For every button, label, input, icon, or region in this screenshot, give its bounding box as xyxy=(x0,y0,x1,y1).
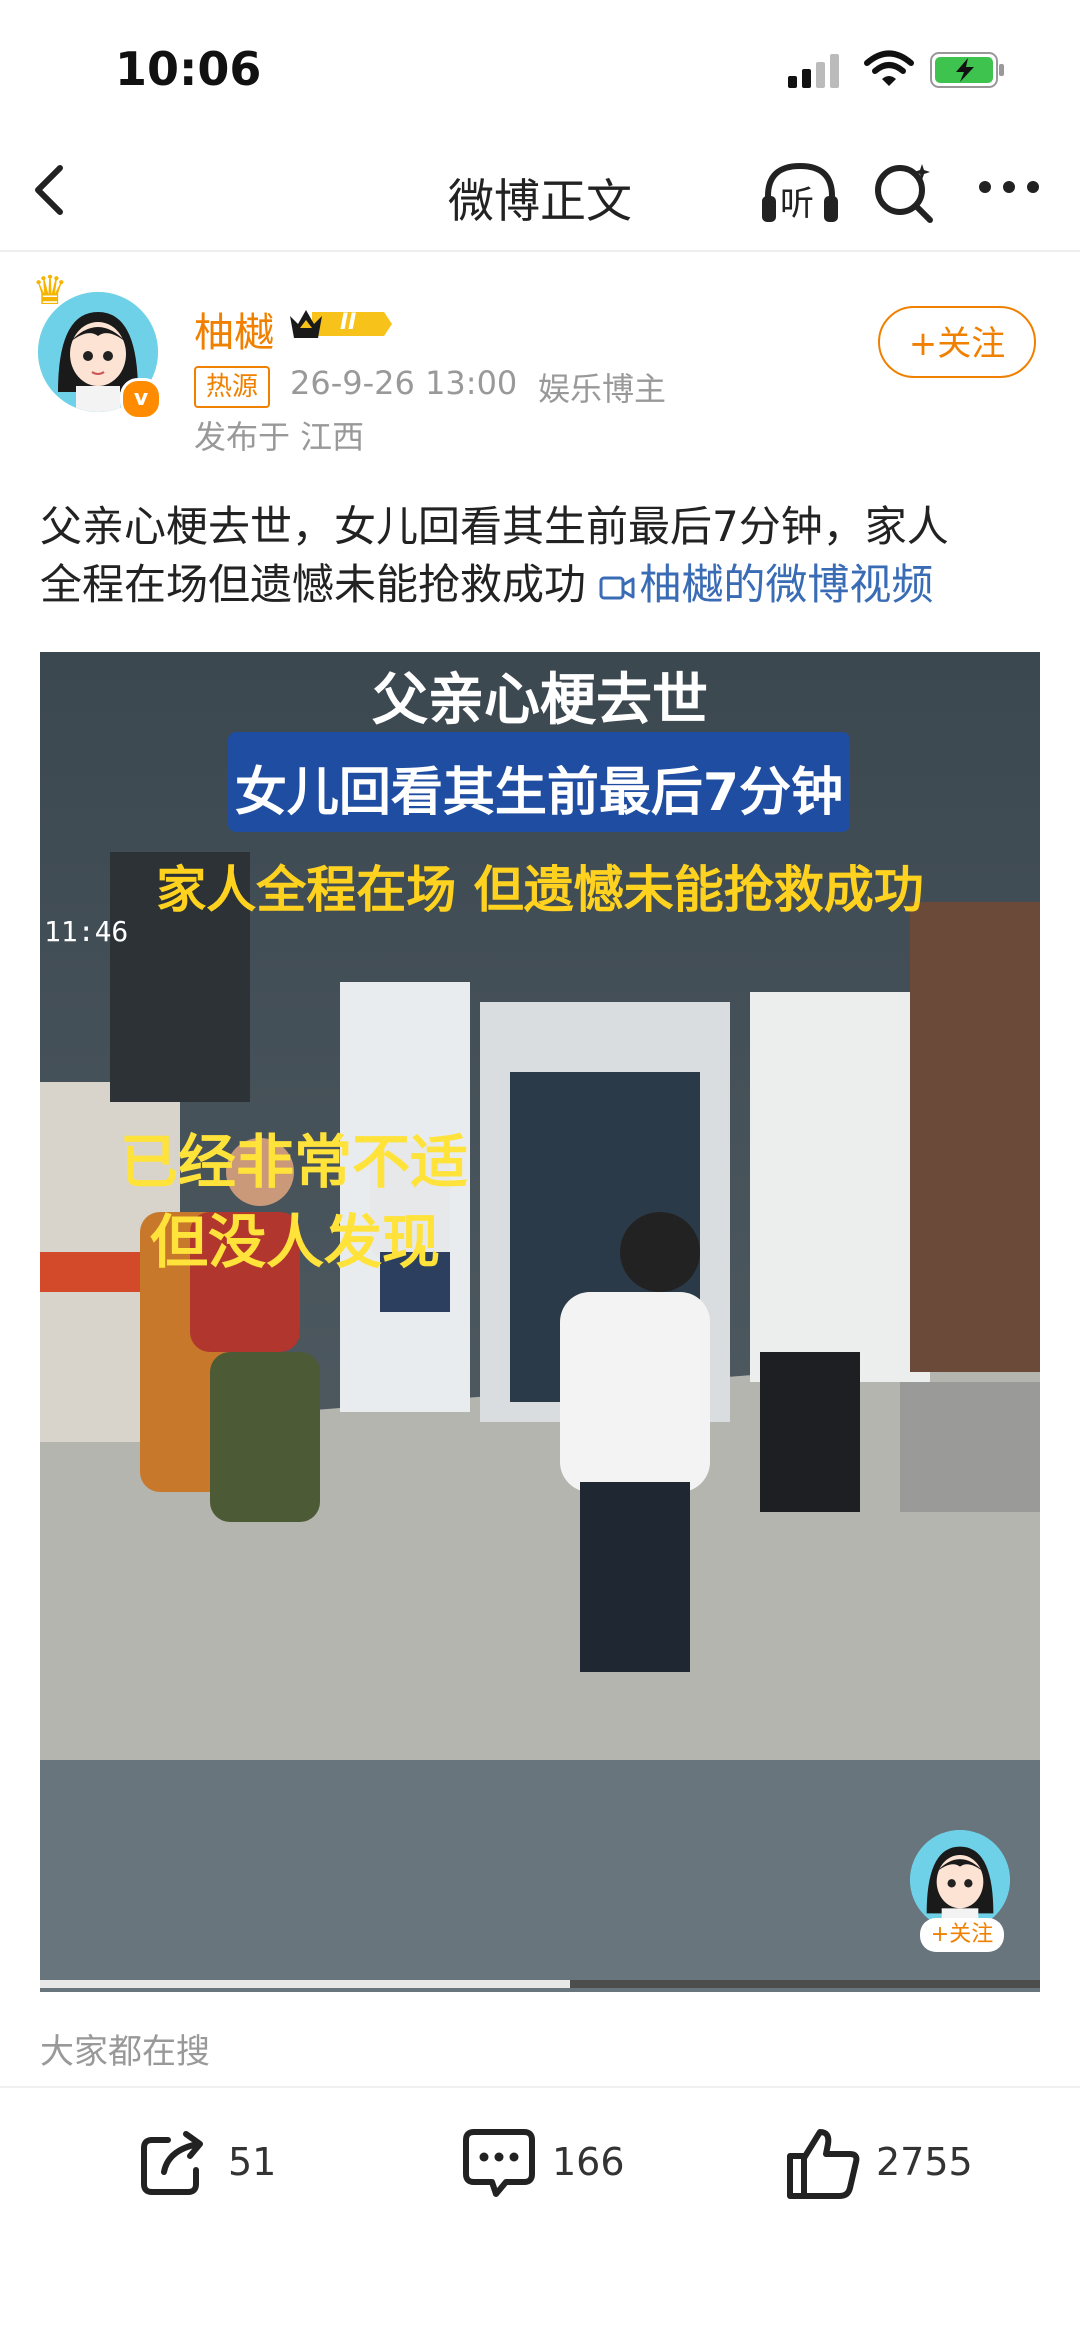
crown-icon: ♛ xyxy=(32,268,68,314)
follow-button[interactable]: +关注 xyxy=(878,306,1036,378)
repost-icon[interactable] xyxy=(138,2126,210,2198)
post-text-line2: 全程在场但遗憾未能抢救成功 柚樾的微博视频 xyxy=(40,548,1050,622)
post-time: 26-9-26 13:00 xyxy=(290,364,518,402)
video-link-label: 柚樾的微博视频 xyxy=(639,560,934,609)
video-caption-yellow: 家人全程在场 但遗憾未能抢救成功 xyxy=(156,861,924,919)
comment-count[interactable]: 166 xyxy=(552,2140,625,2184)
post-location: 发布于 江西 xyxy=(194,418,365,456)
video-caption-left-1: 已经非常不适 xyxy=(120,1128,469,1196)
comment-icon[interactable] xyxy=(462,2126,536,2200)
status-time: 10:06 xyxy=(115,42,262,96)
video-follow-button[interactable]: +关注 xyxy=(920,1918,1004,1952)
video-progress-fill xyxy=(40,1980,570,1988)
video-caption-left-2: 但没人发现 xyxy=(150,1208,441,1276)
post-text-line2-content: 全程在场但遗憾未能抢救成功 xyxy=(40,560,600,609)
listen-label: 听 xyxy=(780,184,814,224)
repost-count[interactable]: 51 xyxy=(228,2140,276,2184)
verified-badge: v xyxy=(120,378,162,420)
author-name[interactable]: 柚樾 xyxy=(194,300,274,358)
nav-divider xyxy=(0,250,1080,252)
level-label: II xyxy=(340,310,357,335)
trending-search-label[interactable]: 大家都在搜 xyxy=(40,2024,210,2073)
like-count[interactable]: 2755 xyxy=(876,2140,973,2184)
action-bar-divider xyxy=(0,2086,1080,2088)
hot-source-tag: 热源 xyxy=(194,366,271,408)
video-author-avatar[interactable] xyxy=(910,1830,1010,1930)
cartoon-girl-avatar-image xyxy=(910,1830,1010,1930)
video-caption-box-text: 女儿回看其生前最后7分钟 xyxy=(234,763,844,823)
like-icon[interactable] xyxy=(786,2126,860,2200)
listen-button[interactable]: 听 xyxy=(760,158,840,228)
level-badge: II xyxy=(288,304,392,344)
video-timestamp: 11:46 xyxy=(44,915,129,948)
video-caption-title: 父亲心梗去世 xyxy=(372,668,708,733)
video-blur-band xyxy=(40,1760,1040,1992)
search-icon[interactable] xyxy=(872,160,936,224)
home-indicator-area xyxy=(0,2300,1080,2337)
battery-charging-icon xyxy=(930,52,1004,88)
more-icon[interactable] xyxy=(978,180,1040,194)
wifi-icon xyxy=(864,50,914,86)
video-camera-icon xyxy=(599,576,635,599)
author-role: 娱乐博主 xyxy=(538,370,667,408)
signal-icon xyxy=(788,54,839,88)
video-link[interactable]: 柚樾的微博视频 xyxy=(599,560,933,609)
